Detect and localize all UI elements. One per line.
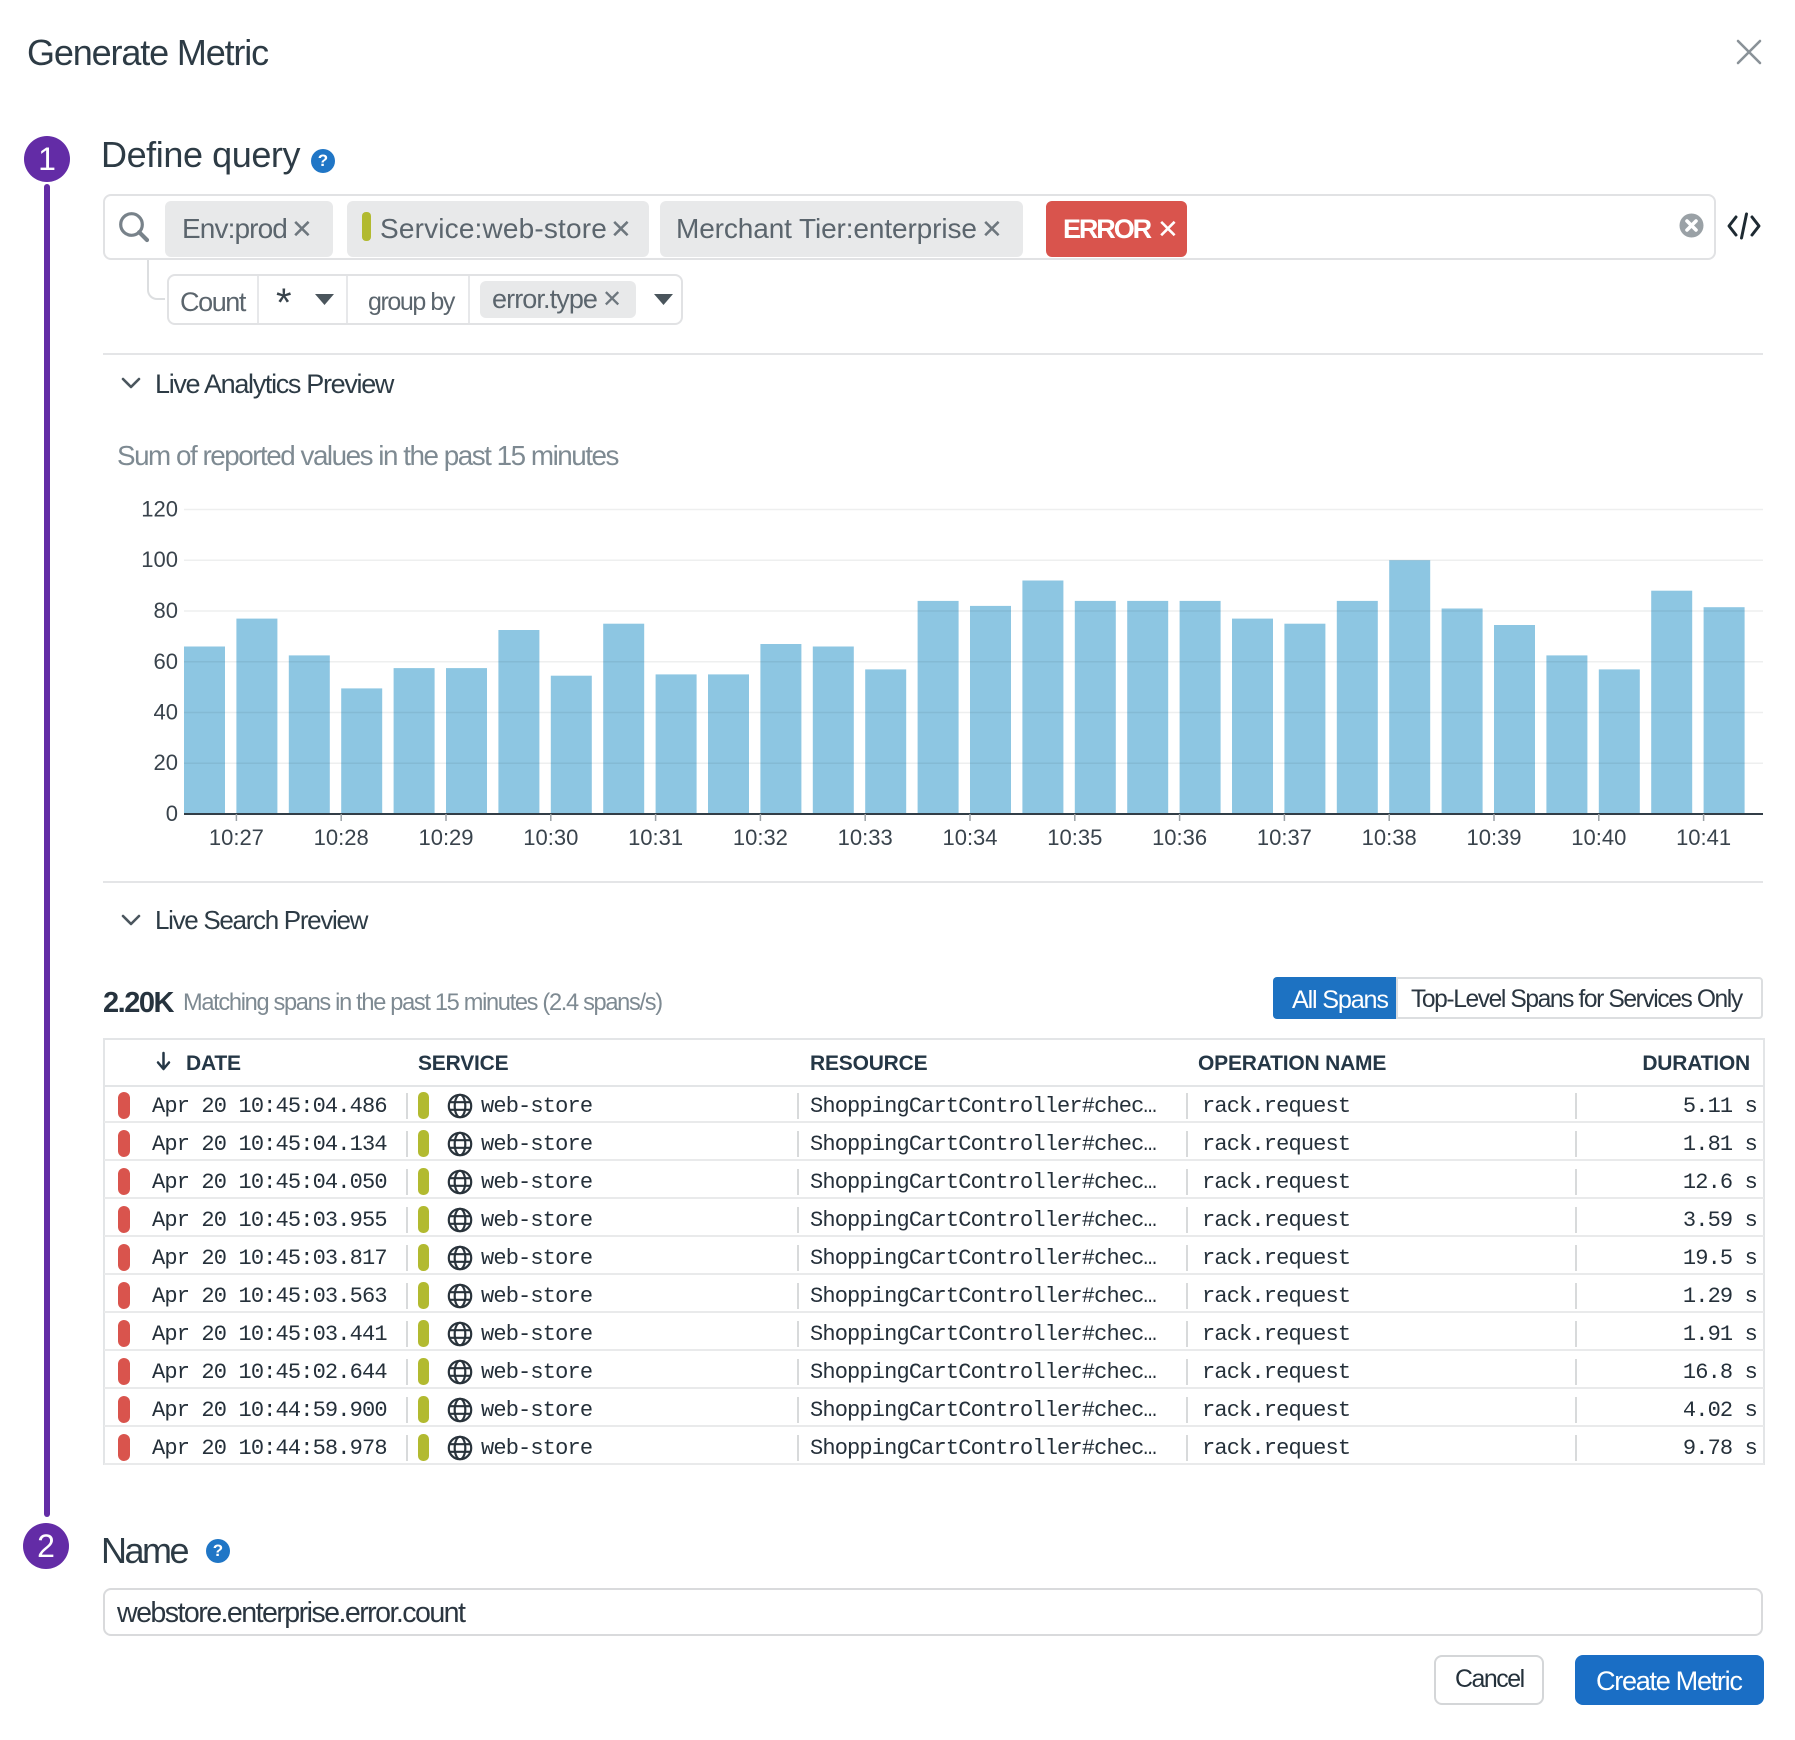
svg-text:10:39: 10:39 — [1466, 825, 1521, 850]
svg-text:10:30: 10:30 — [523, 825, 578, 850]
svg-text:0: 0 — [166, 801, 178, 826]
svg-text:60: 60 — [154, 649, 178, 674]
svg-text:10:29: 10:29 — [418, 825, 473, 850]
svg-text:10:31: 10:31 — [628, 825, 683, 850]
svg-text:10:38: 10:38 — [1362, 825, 1417, 850]
svg-text:10:33: 10:33 — [838, 825, 893, 850]
svg-text:10:34: 10:34 — [942, 825, 997, 850]
svg-text:10:35: 10:35 — [1047, 825, 1102, 850]
svg-text:10:41: 10:41 — [1676, 825, 1731, 850]
svg-text:120: 120 — [141, 497, 178, 522]
svg-text:10:32: 10:32 — [733, 825, 788, 850]
svg-text:10:40: 10:40 — [1571, 825, 1626, 850]
svg-text:10:36: 10:36 — [1152, 825, 1207, 850]
svg-text:40: 40 — [154, 700, 178, 725]
svg-text:80: 80 — [154, 598, 178, 623]
svg-text:10:37: 10:37 — [1257, 825, 1312, 850]
svg-text:100: 100 — [141, 547, 178, 572]
svg-text:20: 20 — [154, 750, 178, 775]
svg-text:10:27: 10:27 — [209, 825, 264, 850]
svg-text:10:28: 10:28 — [314, 825, 369, 850]
